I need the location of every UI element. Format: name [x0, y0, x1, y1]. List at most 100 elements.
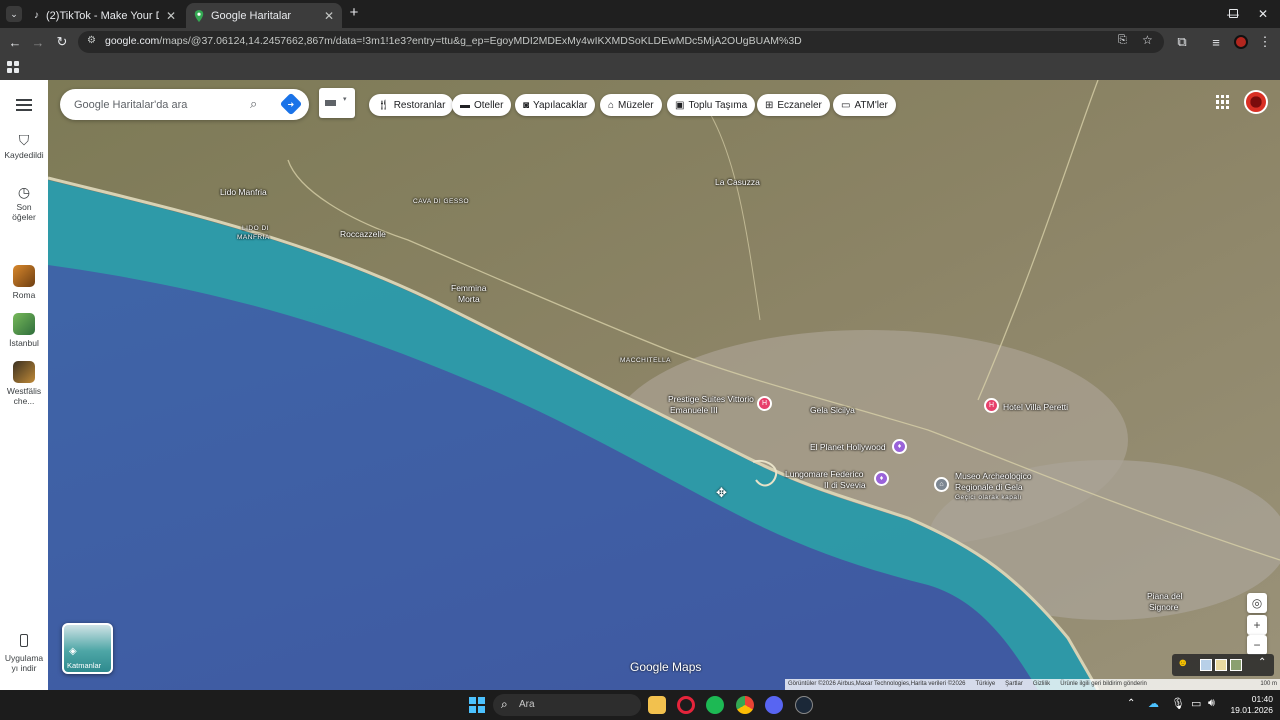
restore-icon[interactable] [1229, 9, 1238, 18]
search-icon[interactable]: ⌕ [250, 96, 257, 112]
tab-google-maps[interactable]: Google Haritalar ✕ [186, 3, 342, 28]
map-label-prestige-1[interactable]: Prestige Suites Vittorio [668, 394, 754, 404]
account-avatar[interactable] [1244, 90, 1268, 114]
chip-atms[interactable]: ▭ ATM'ler [833, 94, 896, 116]
tab-label: (2)TikTok - Make Your Day [46, 9, 159, 22]
chip-museums[interactable]: ⌂ Müzeler [600, 94, 662, 116]
map-label-la-casuzza[interactable]: La Casuzza [715, 177, 760, 187]
bookmark-icon: ⛉ [18, 132, 30, 148]
attraction-pin-icon[interactable]: ♦ [892, 439, 907, 454]
clock-time: 01:40 [1251, 694, 1273, 704]
display-toggle-button[interactable]: ▾ [319, 88, 355, 118]
tab-search-button[interactable]: ⌄ [6, 6, 22, 22]
map-label-gela[interactable]: Gela Sicilya [810, 405, 855, 415]
apps-grid-icon[interactable] [7, 61, 19, 73]
scale-label[interactable]: 100 m [1260, 681, 1277, 688]
onedrive-icon[interactable]: ☁ [1148, 697, 1159, 710]
taskbar-search[interactable]: ⌕ Ara [493, 694, 641, 716]
map-label-piana-2[interactable]: Signore [1149, 602, 1178, 612]
imagery-thumbnail-1[interactable] [1200, 659, 1212, 671]
pegman-icon[interactable]: ☻ [1177, 657, 1189, 669]
chip-pharmacies[interactable]: ⊞ Eczaneler [757, 94, 830, 116]
landmark-pin-icon[interactable]: ♦ [874, 471, 889, 486]
satellite-map[interactable]: Lido Manfria LIDO DI MANFRIA CAVA DI GES… [48, 80, 1280, 690]
reload-button[interactable]: ↻ [53, 34, 71, 50]
tab-tiktok[interactable]: ♪ (2)TikTok - Make Your Day ✕ [26, 3, 184, 28]
imagery-strip[interactable]: ☻ ⌃ [1172, 654, 1274, 676]
volume-icon[interactable]: 🔊︎ [1208, 697, 1215, 710]
discord-icon[interactable] [765, 696, 783, 714]
close-tab-icon[interactable]: ✕ [166, 9, 176, 23]
my-location-button[interactable]: ◎ [1247, 593, 1267, 613]
recent-place-roma[interactable]: Roma [0, 265, 48, 300]
map-label-roccazzelle[interactable]: Roccazzelle [340, 229, 386, 239]
close-tab-icon[interactable]: ✕ [324, 9, 334, 23]
imagery-thumbnail-2[interactable] [1215, 659, 1227, 671]
recent-button[interactable]: ◷ Son öğeler [0, 185, 48, 222]
address-bar[interactable]: ⚙ google.com/maps/@37.06124,14.2457662,8… [78, 31, 1164, 53]
recent-place-istanbul[interactable]: İstanbul [0, 313, 48, 348]
chrome-menu-button[interactable]: ⋮ [1256, 34, 1274, 50]
directions-button[interactable]: ➜ [279, 92, 303, 116]
search-input[interactable] [74, 96, 244, 114]
map-label-museo-2[interactable]: Regionale di Gela [955, 482, 1023, 492]
crosshair-icon: ◎ [1251, 596, 1263, 610]
bus-icon: ▣ [675, 99, 685, 111]
map-label-lido-manfria[interactable]: Lido Manfria [220, 187, 267, 197]
saved-button[interactable]: ⛉ Kaydedildi [0, 132, 48, 160]
map-label-femmina-1[interactable]: Femmina [451, 283, 486, 293]
reading-list-button[interactable]: ≡ [1207, 34, 1225, 50]
map-label-femmina-2[interactable]: Morta [458, 294, 480, 304]
close-window-button[interactable]: ✕ [1246, 4, 1280, 24]
forward-button[interactable]: → [29, 34, 47, 50]
clock[interactable]: 01:40 19.01.2026 [1225, 694, 1273, 716]
spotify-icon[interactable] [706, 696, 724, 714]
steam-icon[interactable] [795, 696, 813, 714]
map-label-prestige-2[interactable]: Emanuele III [670, 405, 718, 415]
map-label-piana-1[interactable]: Piana del [1147, 591, 1182, 601]
microphone-icon[interactable]: 🎙︎ [1171, 697, 1185, 710]
plus-icon: + [349, 4, 359, 21]
map-label-lungomare-2[interactable]: II di Svevia [824, 480, 866, 490]
footer-link-terms[interactable]: Şartlar [1005, 681, 1023, 688]
file-explorer-icon[interactable] [648, 696, 666, 714]
imagery-thumbnail-3[interactable] [1230, 659, 1242, 671]
network-icon[interactable]: ▭ [1191, 697, 1201, 710]
recent-label-2: öğeler [12, 212, 36, 222]
recent-place-westfalische[interactable]: Westfälis che... [0, 361, 48, 406]
chrome-icon[interactable] [736, 696, 754, 714]
zoom-out-button[interactable]: − [1247, 635, 1267, 655]
museum-pin-icon[interactable]: ⌂ [934, 477, 949, 492]
map-label-lungomare-1[interactable]: Lungomare Federico [785, 469, 863, 479]
footer-link-feedback[interactable]: Ürünle ilgili geri bildirim gönderin [1060, 681, 1147, 688]
start-button[interactable] [469, 697, 485, 713]
hotel-pin-icon[interactable]: H [757, 396, 772, 411]
install-app-icon[interactable]: ⎘ [1118, 34, 1127, 47]
chip-restaurants[interactable]: 🍴︎ Restoranlar [369, 94, 454, 116]
layers-button[interactable]: ◈ Katmanlar [62, 623, 113, 674]
footer-link-privacy[interactable]: Gizlilik [1033, 681, 1050, 688]
opera-icon[interactable] [677, 696, 695, 714]
new-tab-button[interactable]: + [346, 5, 362, 21]
chevron-up-icon[interactable]: ⌃ [1258, 657, 1266, 668]
profile-avatar[interactable] [1234, 35, 1248, 49]
get-app-button[interactable]: Uygulama yı indir [0, 634, 48, 673]
site-settings-icon[interactable]: ⚙ [87, 35, 96, 46]
chevron-up-icon[interactable]: ⌃ [1127, 698, 1135, 709]
menu-button[interactable] [16, 99, 32, 111]
footer-link-country[interactable]: Türkiye [976, 681, 996, 688]
zoom-in-button[interactable]: + [1247, 615, 1267, 635]
extensions-button[interactable]: ⧉ [1173, 34, 1191, 50]
google-apps-button[interactable] [1216, 95, 1230, 109]
map-label-museo-1[interactable]: Museo Archeologico [955, 471, 1032, 481]
chip-things-to-do[interactable]: ◙ Yapılacaklar [515, 94, 596, 116]
chip-transit[interactable]: ▣ Toplu Taşıma [667, 94, 756, 116]
back-button[interactable]: ← [6, 34, 24, 50]
map-label-hotel[interactable]: Hotel Villa Peretti [1003, 402, 1068, 412]
bookmark-star-icon[interactable]: ☆ [1142, 33, 1153, 47]
map-label-planet[interactable]: El Planet Hollywood [810, 442, 886, 452]
chip-hotels[interactable]: ▬ Oteller [452, 94, 512, 116]
url-text[interactable]: google.com/maps/@37.06124,14.2457662,867… [105, 35, 802, 47]
hotel-pin-icon[interactable]: H [984, 398, 999, 413]
bed-icon: ▬ [460, 99, 470, 111]
